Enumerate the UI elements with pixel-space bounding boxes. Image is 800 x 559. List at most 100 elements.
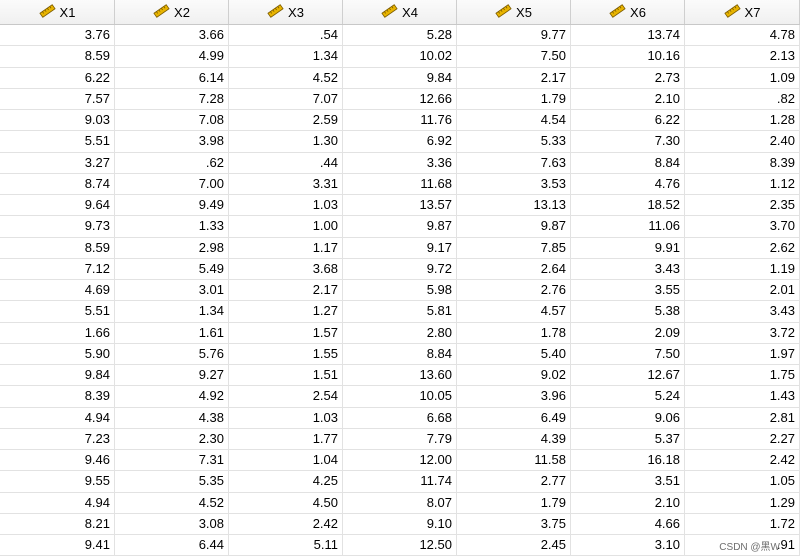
table-cell[interactable]: 9.06 (571, 407, 685, 428)
table-cell[interactable]: 10.05 (343, 386, 457, 407)
table-cell[interactable]: 2.80 (343, 322, 457, 343)
table-cell[interactable]: 7.12 (0, 258, 115, 279)
table-cell[interactable]: .54 (229, 25, 343, 46)
table-cell[interactable]: 2.54 (229, 386, 343, 407)
table-cell[interactable]: 2.73 (571, 67, 685, 88)
table-cell[interactable]: 5.90 (0, 343, 115, 364)
table-cell[interactable]: 8.39 (0, 386, 115, 407)
table-cell[interactable]: 1.43 (685, 386, 800, 407)
table-cell[interactable]: 2.42 (685, 450, 800, 471)
table-cell[interactable]: 3.51 (571, 471, 685, 492)
table-cell[interactable]: 2.27 (685, 428, 800, 449)
table-cell[interactable]: 5.49 (115, 258, 229, 279)
table-cell[interactable]: 1.04 (229, 450, 343, 471)
table-cell[interactable]: 7.79 (343, 428, 457, 449)
table-cell[interactable]: 1.29 (685, 492, 800, 513)
table-cell[interactable]: 12.00 (343, 450, 457, 471)
table-cell[interactable]: 4.92 (115, 386, 229, 407)
table-cell[interactable]: 5.11 (229, 535, 343, 556)
table-cell[interactable]: 10.16 (571, 46, 685, 67)
table-cell[interactable]: 1.51 (229, 365, 343, 386)
table-cell[interactable]: 1.00 (229, 216, 343, 237)
table-cell[interactable]: 9.49 (115, 195, 229, 216)
table-cell[interactable]: 4.39 (457, 428, 571, 449)
table-cell[interactable]: 4.52 (229, 67, 343, 88)
table-cell[interactable]: 9.03 (0, 110, 115, 131)
table-cell[interactable]: 3.53 (457, 173, 571, 194)
table-cell[interactable]: 1.34 (115, 301, 229, 322)
table-cell[interactable]: 5.24 (571, 386, 685, 407)
table-cell[interactable]: 5.81 (343, 301, 457, 322)
table-cell[interactable]: 1.27 (229, 301, 343, 322)
table-cell[interactable]: 11.68 (343, 173, 457, 194)
table-cell[interactable]: 6.92 (343, 131, 457, 152)
table-cell[interactable]: 9.55 (0, 471, 115, 492)
table-cell[interactable]: 9.77 (457, 25, 571, 46)
column-header-x6[interactable]: X6 (571, 0, 685, 24)
table-cell[interactable]: 9.91 (571, 237, 685, 258)
table-cell[interactable]: 2.98 (115, 237, 229, 258)
table-cell[interactable]: 1.28 (685, 110, 800, 131)
table-cell[interactable]: 3.27 (0, 152, 115, 173)
table-cell[interactable]: 7.30 (571, 131, 685, 152)
table-cell[interactable]: 7.57 (0, 88, 115, 109)
table-cell[interactable]: 9.02 (457, 365, 571, 386)
table-cell[interactable]: 7.00 (115, 173, 229, 194)
table-cell[interactable]: 11.58 (457, 450, 571, 471)
table-cell[interactable]: 1.09 (685, 67, 800, 88)
table-cell[interactable]: 3.31 (229, 173, 343, 194)
table-cell[interactable]: 2.45 (457, 535, 571, 556)
table-cell[interactable]: 5.51 (0, 301, 115, 322)
table-cell[interactable]: 1.34 (229, 46, 343, 67)
table-cell[interactable]: 7.85 (457, 237, 571, 258)
table-cell[interactable]: 1.66 (0, 322, 115, 343)
table-cell[interactable]: 13.74 (571, 25, 685, 46)
table-cell[interactable]: 8.74 (0, 173, 115, 194)
table-cell[interactable]: 7.50 (457, 46, 571, 67)
table-cell[interactable]: 9.84 (0, 365, 115, 386)
table-cell[interactable]: 3.43 (685, 301, 800, 322)
table-cell[interactable]: 7.07 (229, 88, 343, 109)
table-cell[interactable]: 9.64 (0, 195, 115, 216)
table-cell[interactable]: 8.84 (343, 343, 457, 364)
table-cell[interactable]: 1.75 (685, 365, 800, 386)
table-cell[interactable]: 2.13 (685, 46, 800, 67)
table-cell[interactable]: 1.05 (685, 471, 800, 492)
table-cell[interactable]: 2.17 (457, 67, 571, 88)
table-cell[interactable]: 2.62 (685, 237, 800, 258)
table-cell[interactable]: 1.57 (229, 322, 343, 343)
table-cell[interactable]: 4.99 (115, 46, 229, 67)
table-cell[interactable]: .62 (115, 152, 229, 173)
table-cell[interactable]: 1.79 (457, 88, 571, 109)
table-cell[interactable]: 2.01 (685, 280, 800, 301)
table-cell[interactable]: 5.98 (343, 280, 457, 301)
table-cell[interactable]: 3.96 (457, 386, 571, 407)
table-cell[interactable]: 11.74 (343, 471, 457, 492)
table-cell[interactable]: 2.59 (229, 110, 343, 131)
column-header-x3[interactable]: X3 (229, 0, 343, 24)
table-cell[interactable]: 9.41 (0, 535, 115, 556)
table-cell[interactable]: 7.50 (571, 343, 685, 364)
table-cell[interactable]: 2.30 (115, 428, 229, 449)
table-cell[interactable]: 2.40 (685, 131, 800, 152)
table-cell[interactable]: 4.54 (457, 110, 571, 131)
column-header-x4[interactable]: X4 (343, 0, 457, 24)
table-cell[interactable]: 3.66 (115, 25, 229, 46)
table-cell[interactable]: 1.97 (685, 343, 800, 364)
table-cell[interactable]: 6.14 (115, 67, 229, 88)
table-cell[interactable]: 5.37 (571, 428, 685, 449)
table-cell[interactable]: 1.77 (229, 428, 343, 449)
table-cell[interactable]: 9.17 (343, 237, 457, 258)
table-cell[interactable]: 4.69 (0, 280, 115, 301)
table-cell[interactable]: 1.19 (685, 258, 800, 279)
table-cell[interactable]: 5.40 (457, 343, 571, 364)
table-cell[interactable]: 1.30 (229, 131, 343, 152)
table-cell[interactable]: 3.76 (0, 25, 115, 46)
table-cell[interactable]: 9.87 (343, 216, 457, 237)
table-cell[interactable]: 12.50 (343, 535, 457, 556)
table-cell[interactable]: 1.12 (685, 173, 800, 194)
table-cell[interactable]: 3.01 (115, 280, 229, 301)
table-cell[interactable]: 6.49 (457, 407, 571, 428)
table-cell[interactable]: 13.60 (343, 365, 457, 386)
table-cell[interactable]: 5.28 (343, 25, 457, 46)
